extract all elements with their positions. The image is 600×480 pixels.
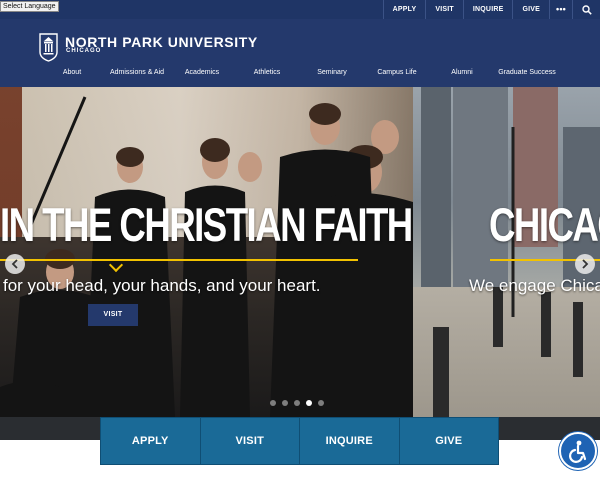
- shield-crest-icon[interactable]: [39, 32, 58, 62]
- carousel-dots: [270, 400, 324, 406]
- page: Select Language APPLY VISIT INQUIRE GIVE…: [0, 0, 600, 480]
- utility-link-give[interactable]: GIVE: [512, 0, 549, 19]
- utility-link-visit[interactable]: VISIT: [425, 0, 463, 19]
- quick-link-apply[interactable]: APPLY: [101, 418, 201, 464]
- nav-item-campus-life[interactable]: Campus Life: [377, 69, 416, 76]
- carousel-dot-active[interactable]: [306, 400, 312, 406]
- nav-item-admissions-aid[interactable]: Admissions & Aid: [110, 69, 164, 76]
- utility-link-inquire[interactable]: INQUIRE: [462, 0, 513, 19]
- site-header: NORTH PARK UNIVERSITY CHICAGO About Admi…: [0, 19, 600, 87]
- accessibility-button[interactable]: [559, 432, 597, 470]
- brand-subtitle: CHICAGO: [66, 48, 102, 54]
- search-icon: [581, 4, 592, 15]
- utility-bar: Select Language APPLY VISIT INQUIRE GIVE…: [0, 0, 600, 19]
- carousel-dot[interactable]: [318, 400, 324, 406]
- nav-item-alumni[interactable]: Alumni: [451, 69, 472, 76]
- more-menu-button[interactable]: •••: [549, 0, 572, 19]
- nav-item-athletics[interactable]: Athletics: [254, 69, 280, 76]
- nav-item-academics[interactable]: Academics: [185, 69, 219, 76]
- search-button[interactable]: [572, 0, 600, 19]
- hero-carousel: IN THE CHRISTIAN FAITH CHICAG for your h…: [0, 87, 600, 440]
- accessibility-icon: [569, 440, 587, 463]
- nav-item-graduate-success[interactable]: Graduate Success: [498, 69, 556, 76]
- nav-item-about[interactable]: About: [63, 69, 81, 76]
- chevron-right-icon: [582, 259, 589, 269]
- carousel-next-button[interactable]: [575, 254, 595, 274]
- main-nav: About Admissions & Aid Academics Athleti…: [0, 69, 600, 81]
- quick-link-visit[interactable]: VISIT: [201, 418, 300, 464]
- hero-tagline: for your head, your hands, and your hear…: [3, 276, 321, 295]
- carousel-dot[interactable]: [270, 400, 276, 406]
- quick-links-bar: APPLY VISIT INQUIRE GIVE: [100, 417, 499, 465]
- language-select[interactable]: Select Language: [0, 1, 59, 12]
- utility-link-apply[interactable]: APPLY: [382, 0, 426, 19]
- quick-link-inquire[interactable]: INQUIRE: [300, 418, 400, 464]
- carousel-dot[interactable]: [282, 400, 288, 406]
- quick-link-give[interactable]: GIVE: [400, 418, 499, 464]
- utility-links: APPLY VISIT INQUIRE GIVE •••: [382, 0, 600, 19]
- hero-headline: IN THE CHRISTIAN FAITH: [0, 198, 413, 251]
- headline-underline: [0, 259, 358, 261]
- next-slide-headline: CHICAG: [489, 198, 600, 251]
- next-slide-tagline: We engage Chica: [469, 276, 600, 295]
- carousel-dot[interactable]: [294, 400, 300, 406]
- nav-item-seminary[interactable]: Seminary: [317, 69, 347, 76]
- carousel-prev-button[interactable]: [5, 254, 25, 274]
- hero-visit-button[interactable]: VISIT: [88, 304, 138, 326]
- chevron-left-icon: [11, 259, 18, 269]
